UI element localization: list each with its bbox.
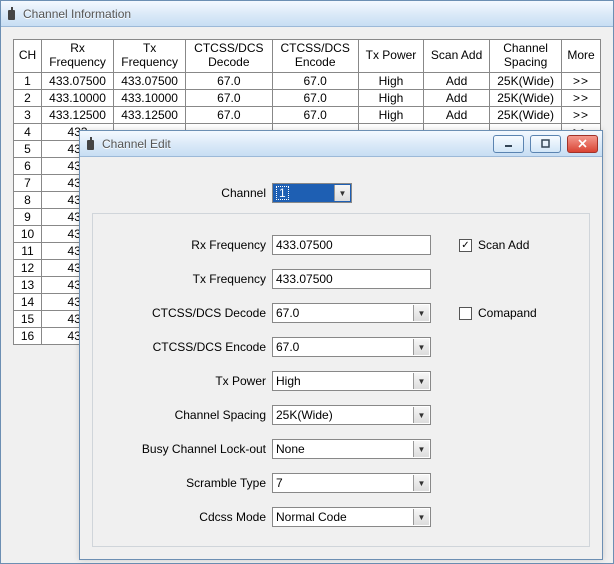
cell-ch: 6 xyxy=(14,157,42,174)
cell-more: >> xyxy=(562,106,601,123)
cell-ch: 3 xyxy=(14,106,42,123)
main-title: Channel Information xyxy=(23,7,609,21)
channel-select-value: 1 xyxy=(276,186,289,200)
cell-ch: 11 xyxy=(14,242,42,259)
dialog-client: Channel 1 ▼ Rx Frequency 433.07500 ✓Scan… xyxy=(80,157,602,559)
hdr-more: More xyxy=(562,40,601,73)
cell-ch: 10 xyxy=(14,225,42,242)
cell-more: >> xyxy=(562,89,601,106)
table-row[interactable]: 3433.12500433.1250067.067.0HighAdd25K(Wi… xyxy=(14,106,601,123)
hdr-ch: CH xyxy=(14,40,42,73)
hdr-encode: CTCSS/DCSEncode xyxy=(272,40,358,73)
hdr-spacing: ChannelSpacing xyxy=(490,40,562,73)
cell-ch: 12 xyxy=(14,259,42,276)
cell-ch: 7 xyxy=(14,174,42,191)
cell-ch: 13 xyxy=(14,276,42,293)
close-button[interactable] xyxy=(567,135,598,153)
dialog-title: Channel Edit xyxy=(102,137,487,151)
fieldset-border xyxy=(92,213,590,547)
cell-ch: 16 xyxy=(14,327,42,344)
dialog-titlebar[interactable]: Channel Edit xyxy=(80,131,602,157)
hdr-scan: Scan Add xyxy=(424,40,490,73)
hdr-rx: RxFrequency xyxy=(42,40,114,73)
radio-icon xyxy=(5,7,19,21)
maximize-button[interactable] xyxy=(530,135,561,153)
chevron-down-icon: ▼ xyxy=(334,185,350,201)
radio-icon xyxy=(84,137,98,151)
main-titlebar[interactable]: Channel Information xyxy=(1,1,613,27)
cell-ch: 8 xyxy=(14,191,42,208)
cell-ch: 9 xyxy=(14,208,42,225)
cell-ch: 5 xyxy=(14,140,42,157)
channel-select[interactable]: 1 ▼ xyxy=(272,183,352,203)
table-row[interactable]: 2433.10000433.1000067.067.0HighAdd25K(Wi… xyxy=(14,89,601,106)
table-header-row: CH RxFrequency TxFrequency CTCSS/DCSDeco… xyxy=(14,40,601,73)
cell-ch: 4 xyxy=(14,123,42,140)
cell-ch: 14 xyxy=(14,293,42,310)
hdr-power: Tx Power xyxy=(358,40,423,73)
channel-edit-dialog: Channel Edit Channel 1 ▼ Rx Frequency 43… xyxy=(79,130,603,560)
cell-ch: 2 xyxy=(14,89,42,106)
table-row[interactable]: 1433.07500433.0750067.067.0HighAdd25K(Wi… xyxy=(14,72,601,89)
hdr-tx: TxFrequency xyxy=(114,40,186,73)
cell-ch: 1 xyxy=(14,72,42,89)
minimize-button[interactable] xyxy=(493,135,524,153)
channel-label: Channel xyxy=(92,186,272,200)
hdr-decode: CTCSS/DCSDecode xyxy=(186,40,272,73)
cell-more: >> xyxy=(562,72,601,89)
cell-ch: 15 xyxy=(14,310,42,327)
